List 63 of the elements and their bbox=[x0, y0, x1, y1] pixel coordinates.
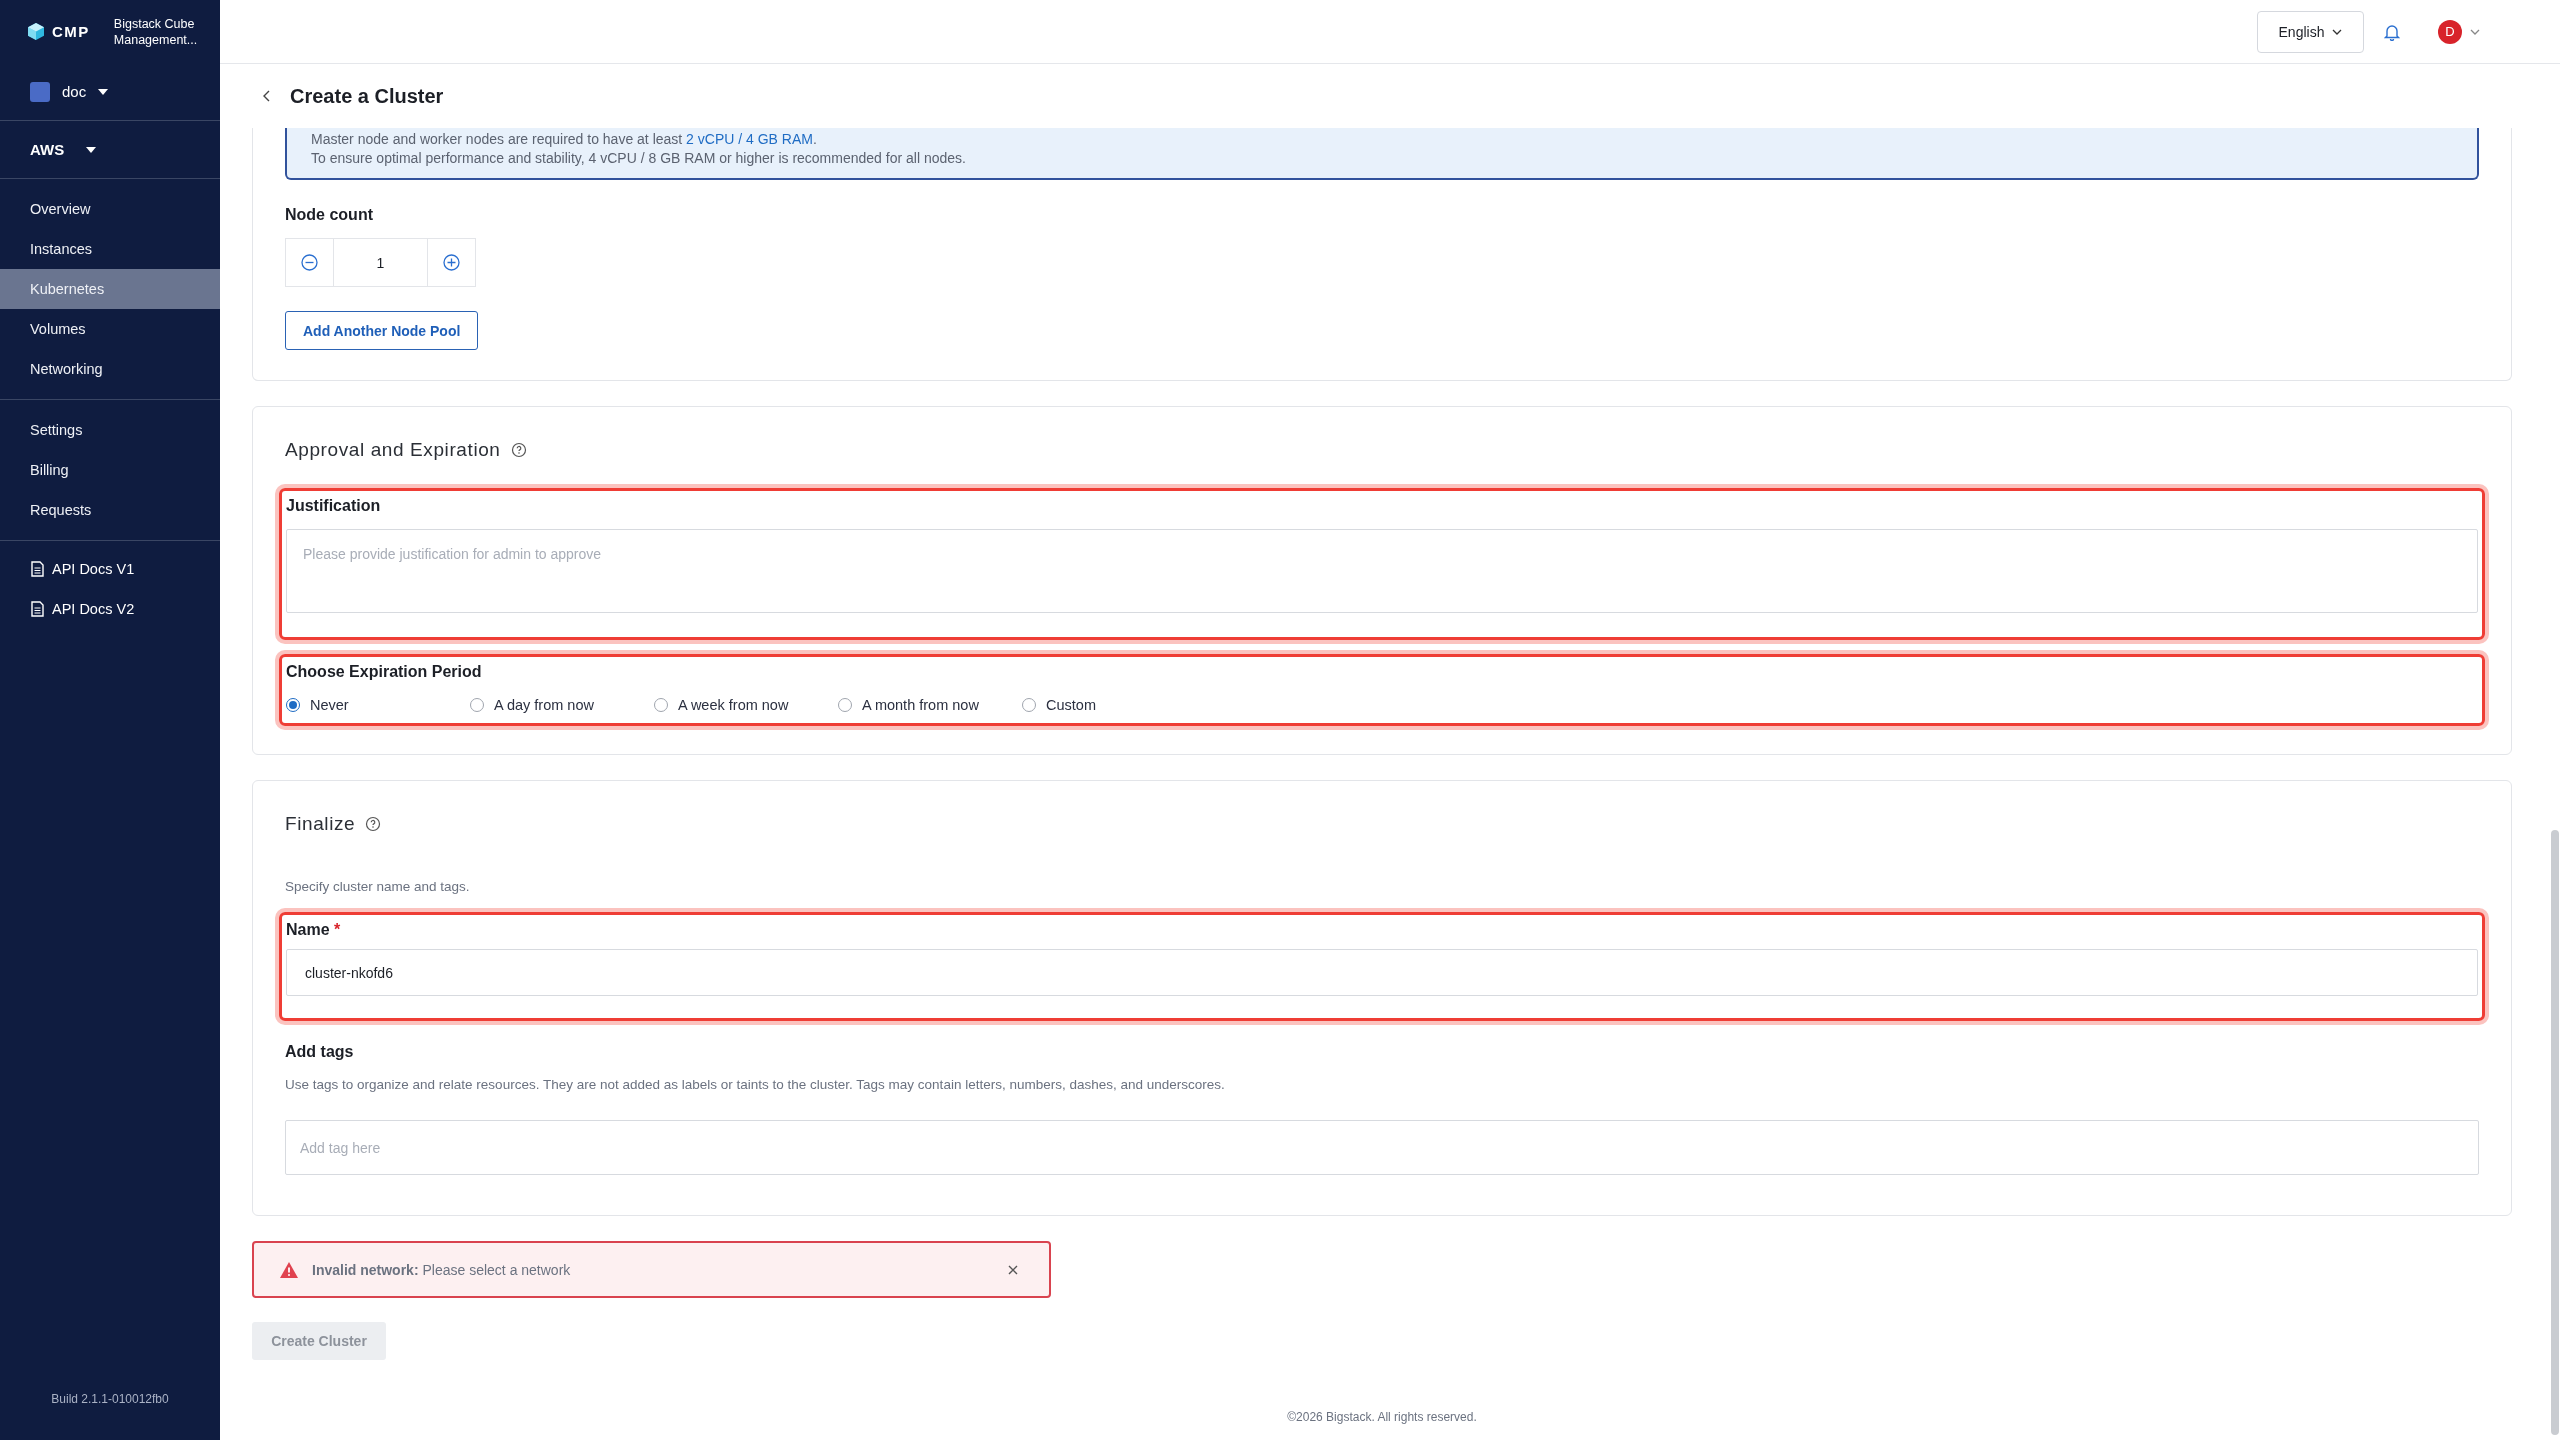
logo-text: CMP bbox=[52, 23, 90, 40]
docs-link[interactable]: API Docs V1 bbox=[52, 561, 135, 577]
add-node-pool-button[interactable]: Add Another Node Pool bbox=[285, 311, 479, 350]
warning-icon bbox=[280, 1261, 298, 1278]
sidebar-item[interactable]: Requests bbox=[0, 490, 220, 530]
tag-field[interactable]: Add tag here bbox=[285, 1120, 2479, 1175]
help-icon[interactable] bbox=[510, 442, 527, 458]
alert-message: Invalid network: Please select a network bbox=[312, 1261, 572, 1278]
radio-button[interactable] bbox=[470, 698, 484, 712]
info-text: To ensure optimal performance and stability, 4 vCPU / 8 GB RAM or higher is recommended for all nodes. bbox=[311, 149, 967, 168]
minus-icon bbox=[301, 254, 318, 271]
chevron-down-icon bbox=[2470, 28, 2480, 35]
section-title: Finalize bbox=[285, 813, 356, 835]
build-version: Build 2.1.1-010012fb0 bbox=[50, 1392, 170, 1408]
copyright-text: ©2026 Bigstack. All rights reserved. bbox=[1287, 1410, 1477, 1426]
sidebar-item[interactable]: Billing bbox=[0, 450, 220, 490]
field-label: Choose Expiration Period bbox=[286, 663, 482, 681]
close-icon[interactable] bbox=[1007, 1263, 1019, 1276]
help-icon[interactable] bbox=[365, 816, 382, 832]
section-title: Approval and Expiration bbox=[285, 439, 501, 461]
justification-field[interactable]: Please provide justification for admin to approve bbox=[286, 529, 2478, 613]
radio-label[interactable]: A week from now bbox=[678, 697, 789, 713]
radio-label[interactable]: A month from now bbox=[862, 697, 979, 713]
sidebar-item[interactable]: Settings bbox=[0, 410, 220, 450]
radio-label[interactable]: Never bbox=[310, 697, 349, 713]
radio-button[interactable] bbox=[1022, 698, 1036, 712]
radio-button[interactable] bbox=[286, 698, 300, 712]
field-label: Justification bbox=[286, 497, 381, 515]
info-text: Master node and worker nodes are required to have at least 2 vCPU / 4 GB RAM. bbox=[311, 130, 818, 149]
section-description: Specify cluster name and tags. bbox=[285, 879, 471, 894]
page-title: Create a Cluster bbox=[290, 84, 444, 108]
plus-icon bbox=[443, 254, 460, 271]
radio-label[interactable]: Custom bbox=[1046, 697, 1096, 713]
radio-label[interactable]: A day from now bbox=[494, 697, 594, 713]
scrollbar-thumb[interactable] bbox=[2551, 830, 2559, 1435]
provider-selector[interactable]: AWS bbox=[30, 141, 65, 158]
document-icon bbox=[31, 601, 44, 617]
radio-button[interactable] bbox=[838, 698, 852, 712]
radio-button[interactable] bbox=[654, 698, 668, 712]
sidebar-item[interactable]: Networking bbox=[0, 349, 220, 389]
product-name: Management... bbox=[113, 31, 198, 48]
product-name: Bigstack Cube bbox=[113, 15, 196, 32]
project-icon bbox=[30, 81, 50, 102]
field-label: Name * bbox=[286, 921, 341, 939]
docs-link[interactable]: API Docs V2 bbox=[52, 601, 135, 617]
field-description: Use tags to organize and relate resources. They are not added as labels or taints to the cluster. Tags may contain letters, numbers, dashes, and underscores. bbox=[285, 1077, 1226, 1092]
field-label: Add tags bbox=[285, 1043, 354, 1061]
caret-icon[interactable] bbox=[98, 88, 109, 95]
sidebar-item[interactable]: Overview bbox=[0, 189, 220, 229]
bell-icon[interactable] bbox=[2384, 22, 2400, 41]
user-avatar[interactable]: D bbox=[2438, 19, 2462, 44]
sidebar-item[interactable]: Kubernetes bbox=[0, 269, 220, 309]
back-icon[interactable] bbox=[262, 90, 272, 102]
document-icon bbox=[31, 561, 44, 577]
sidebar-item[interactable]: Instances bbox=[0, 229, 220, 269]
caret-icon[interactable] bbox=[86, 146, 97, 153]
name-field[interactable]: cluster-nkofd6 bbox=[286, 949, 2478, 996]
language-dropdown[interactable]: English bbox=[2257, 10, 2364, 53]
chevron-down-icon bbox=[2332, 28, 2343, 35]
sidebar-item[interactable]: Volumes bbox=[0, 309, 220, 349]
field-label: Node count bbox=[285, 206, 373, 224]
cube-icon bbox=[28, 23, 44, 40]
project-selector[interactable]: doc bbox=[62, 83, 87, 100]
